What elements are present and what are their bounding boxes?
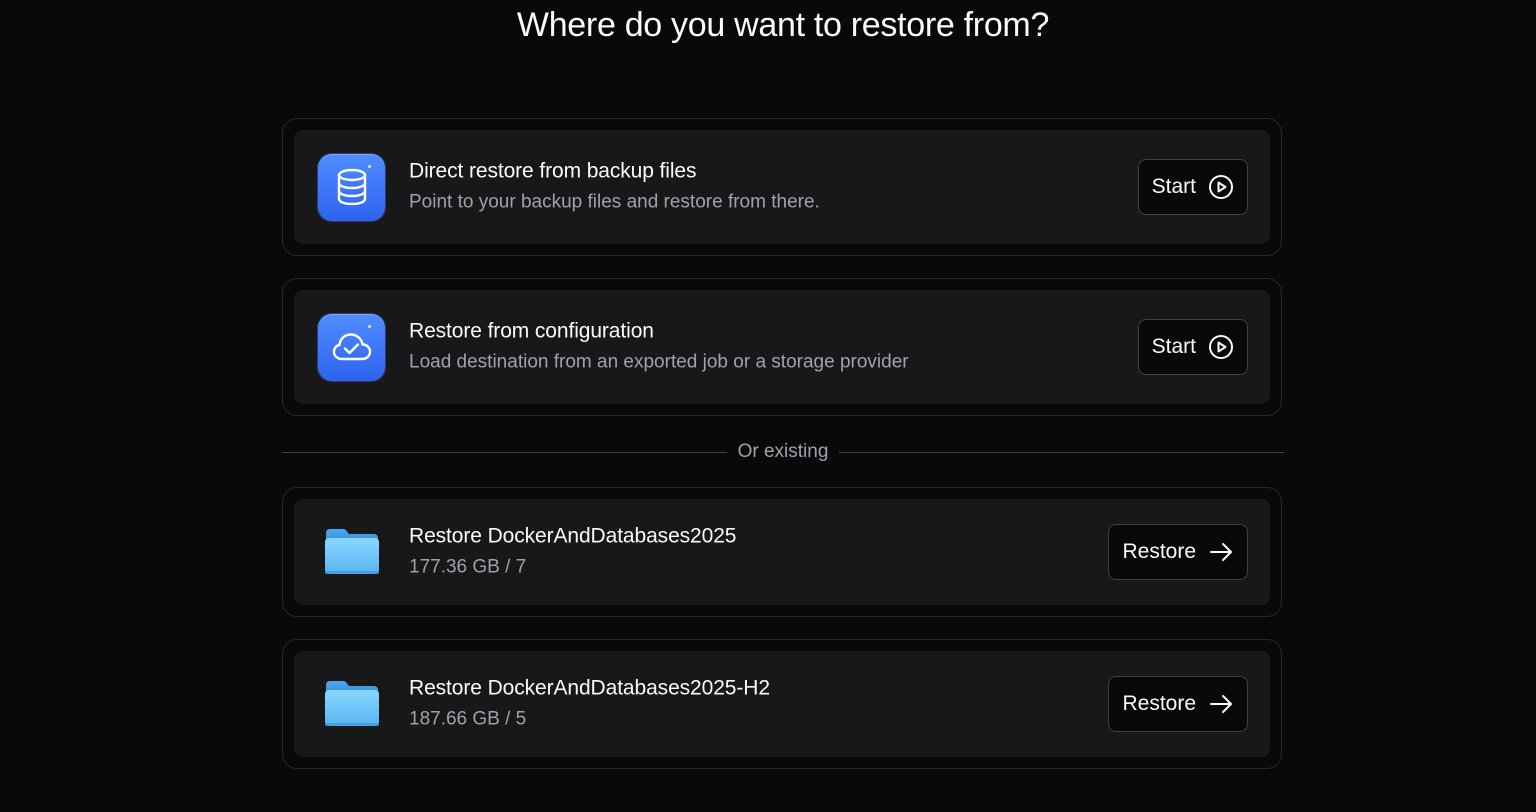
- or-existing-divider: Or existing: [282, 440, 1284, 464]
- divider-line-right: [839, 451, 1284, 453]
- option-title: Restore from configuration: [409, 319, 654, 343]
- divider-label: Or existing: [737, 441, 829, 462]
- option-subtitle: Point to your backup files and restore f…: [409, 191, 820, 213]
- arrow-right-icon: [1208, 691, 1234, 717]
- existing-card-body: Restore DockerAndDatabases2025 177.36 GB…: [294, 499, 1270, 605]
- existing-size-count: 177.36 GB / 7: [409, 556, 527, 578]
- existing-title: Restore DockerAndDatabases2025: [409, 524, 737, 548]
- start-direct-restore-button[interactable]: Start: [1137, 159, 1248, 215]
- button-label: Restore: [1122, 692, 1196, 715]
- button-label: Start: [1151, 335, 1196, 358]
- play-circle-icon: [1208, 174, 1234, 200]
- option-icon-wrapper: [318, 153, 385, 221]
- existing-restore-card-1: Restore DockerAndDatabases2025 177.36 GB…: [282, 487, 1282, 617]
- play-circle-icon: [1208, 334, 1234, 360]
- start-configuration-restore-button[interactable]: Start: [1137, 319, 1248, 375]
- existing-size-count: 187.66 GB / 5: [409, 708, 527, 730]
- existing-text-block: Restore DockerAndDatabases2025 177.36 GB…: [409, 523, 736, 582]
- existing-title: Restore DockerAndDatabases2025-H2: [409, 676, 770, 700]
- folder-icon: [318, 671, 385, 738]
- folder-icon: [318, 519, 385, 586]
- option-icon-wrapper: [318, 671, 385, 738]
- divider-line-left: [282, 451, 727, 453]
- restore-dockeranddatabases2025-button[interactable]: Restore: [1108, 524, 1248, 580]
- existing-card-body: Restore DockerAndDatabases2025-H2 187.66…: [294, 651, 1270, 757]
- existing-text-block: Restore DockerAndDatabases2025-H2 187.66…: [409, 675, 770, 734]
- option-card-direct-restore: Direct restore from backup files Point t…: [282, 118, 1282, 256]
- existing-restore-card-2: Restore DockerAndDatabases2025-H2 187.66…: [282, 639, 1282, 769]
- restore-source-page: Where do you want to restore from? Direc…: [0, 0, 1536, 812]
- button-label: Start: [1151, 175, 1196, 198]
- arrow-right-icon: [1208, 539, 1234, 565]
- option-card-configuration-restore: Restore from configuration Load destinat…: [282, 278, 1282, 416]
- option-title: Direct restore from backup files: [409, 159, 697, 183]
- page-title: Where do you want to restore from?: [516, 6, 1050, 44]
- cloud-check-icon: [318, 313, 385, 381]
- option-icon-wrapper: [318, 313, 385, 381]
- option-card-body: Restore from configuration Load destinat…: [294, 290, 1270, 404]
- option-card-body: Direct restore from backup files Point t…: [294, 130, 1270, 244]
- option-icon-wrapper: [318, 519, 385, 586]
- database-icon: [318, 153, 385, 221]
- option-text-block: Restore from configuration Load destinat…: [409, 318, 909, 377]
- restore-dockeranddatabases2025-h2-button[interactable]: Restore: [1108, 676, 1248, 732]
- button-label: Restore: [1122, 540, 1196, 563]
- option-text-block: Direct restore from backup files Point t…: [409, 158, 820, 217]
- option-subtitle: Load destination from an exported job or…: [409, 351, 909, 373]
